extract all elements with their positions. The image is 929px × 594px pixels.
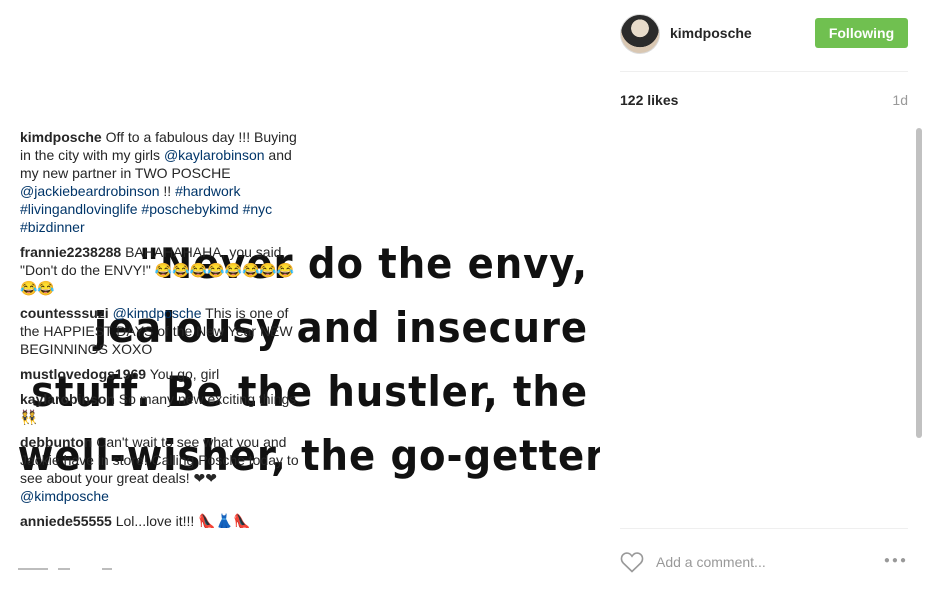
mention-link[interactable]: @kimdposche: [20, 488, 109, 504]
heart-icon[interactable]: [620, 551, 644, 573]
username-link[interactable]: kimdposche: [670, 25, 752, 41]
hashtag-link[interactable]: #bizdinner: [20, 219, 85, 235]
mention-link[interactable]: @jackiebeardrobinson: [20, 183, 160, 199]
comment-author[interactable]: debbunton: [20, 434, 92, 450]
comment: anniede55555 Lol...love it!!! 👠👗👠: [20, 512, 308, 528]
comment: frannie2238288 BAHAHAHAHA, you said, "Do…: [20, 243, 308, 297]
image-bottom-marks: [18, 568, 118, 571]
following-button[interactable]: Following: [815, 18, 908, 48]
comment: countesssuzi @kimdposche This is one of …: [20, 304, 308, 358]
comment-author[interactable]: mustlovedogs1969: [20, 366, 146, 382]
comment-author[interactable]: frannie2238288: [20, 244, 121, 260]
hashtag-link[interactable]: #nyc: [243, 201, 273, 217]
comment-author[interactable]: kaylarobinson: [20, 391, 115, 407]
hashtag-link[interactable]: #livingandlovinglife: [20, 201, 138, 217]
comments-list[interactable]: kimdposche Off to a fabulous day !!! Buy…: [20, 128, 308, 528]
add-comment-input[interactable]: [656, 551, 856, 573]
post-footer: ●●●: [620, 528, 908, 594]
comment-author[interactable]: kimdposche: [20, 129, 102, 145]
post-age[interactable]: 1d: [892, 92, 908, 108]
comment-author[interactable]: anniede55555: [20, 513, 112, 528]
comment-text: You go, girl: [146, 366, 220, 382]
mention-link[interactable]: @kaylarobinson: [164, 147, 265, 163]
caption: kimdposche Off to a fabulous day !!! Buy…: [20, 128, 308, 236]
comment-text: !!: [159, 183, 176, 199]
comment: kaylarobinson So many new exciting thing…: [20, 390, 308, 426]
post-header: kimdposche Following: [620, 12, 908, 72]
comment-text: Lol...love it!!! 👠👗👠: [111, 513, 251, 528]
post-sidebar: kimdposche Following 122 likes 1d: [600, 0, 929, 594]
hashtag-link[interactable]: #poschebykimd: [141, 201, 238, 217]
hashtag-link[interactable]: #hardwork: [175, 183, 240, 199]
comment-author[interactable]: countesssuzi: [20, 305, 109, 321]
mention-link[interactable]: @kimdposche: [113, 305, 202, 321]
more-options-icon[interactable]: ●●●: [884, 555, 908, 566]
avatar[interactable]: [620, 14, 660, 54]
likes-row: 122 likes 1d: [620, 92, 908, 112]
comments-scrollbar[interactable]: [916, 128, 924, 528]
comment: mustlovedogs1969 You go, girl: [20, 365, 308, 383]
scrollbar-thumb[interactable]: [916, 128, 922, 438]
likes-count[interactable]: 122 likes: [620, 92, 678, 108]
comment: debbunton Can't wait to see what you and…: [20, 433, 308, 505]
